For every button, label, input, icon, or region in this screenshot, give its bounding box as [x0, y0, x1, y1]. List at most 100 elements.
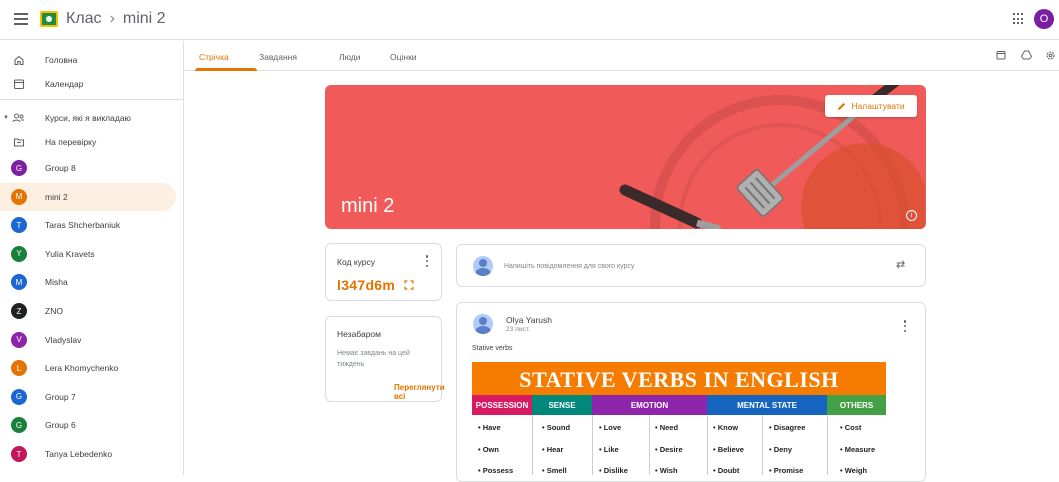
verb-cell: • Love — [599, 423, 622, 432]
verbs-header-cell: SENSE — [532, 395, 592, 415]
class-avatar: M — [11, 188, 27, 205]
class-name: mini 2 — [122, 10, 166, 27]
sidebar-class-label: Misha — [45, 277, 68, 288]
verbs-header-cell: POSSESSION — [472, 395, 532, 415]
class-avatar: T — [11, 446, 27, 462]
sidebar-class-item[interactable]: G Group 6 — [0, 411, 176, 439]
sidebar-class-item[interactable]: T Tanya Lebedenko — [0, 440, 176, 468]
post-date: 23 лист. — [506, 326, 530, 333]
repost-icon[interactable]: ⇄ — [896, 258, 905, 271]
teaching-icon — [11, 111, 26, 126]
sidebar-class-label: Lera Khomychenko — [45, 363, 119, 374]
verb-cell: • Cost — [840, 423, 862, 432]
verbs-header-cell: OTHERS — [827, 395, 886, 415]
verb-cell: • Have — [478, 423, 501, 432]
sidebar-class-label: ZNO — [45, 306, 63, 316]
menu-icon[interactable] — [14, 13, 28, 25]
sidebar-class-label: Group 6 — [45, 420, 76, 431]
sidebar-class-item[interactable]: Z ZNO — [0, 297, 176, 325]
classroom-logo[interactable] — [40, 11, 58, 27]
fullscreen-icon[interactable] — [404, 280, 414, 290]
calendar-icon[interactable] — [995, 49, 1007, 61]
class-avatar: V — [11, 331, 27, 348]
pencil-icon — [838, 102, 846, 110]
expand-caret-icon[interactable]: ▼ — [3, 115, 9, 121]
verb-cell: • Doubt — [713, 466, 740, 475]
banner-class-title: mini 2 — [341, 195, 395, 217]
tab-grades[interactable]: Оцінки — [390, 52, 417, 62]
class-avatar: G — [11, 388, 27, 405]
verb-cell: • Own — [478, 445, 499, 454]
sidebar-item-review[interactable]: На перевірку — [0, 128, 176, 156]
verb-cell: • Know — [713, 423, 739, 432]
verb-cell: • Dislike — [599, 466, 628, 475]
verbs-column-divider — [762, 415, 763, 475]
account-avatar[interactable]: O — [1034, 9, 1054, 29]
calendar-icon — [11, 77, 26, 92]
review-folder-icon — [11, 135, 26, 150]
breadcrumb-separator: › — [109, 10, 115, 27]
verb-cell: • Desire — [655, 445, 683, 454]
sidebar-class-item[interactable]: L Lera Khomychenko — [0, 354, 176, 382]
more-options-icon[interactable] — [424, 255, 430, 267]
verb-cell: • Hear — [542, 445, 564, 454]
sidebar-divider — [0, 99, 184, 100]
sidebar-item-label: Календар — [45, 79, 84, 89]
sidebar-class-item[interactable]: Y Yulia Kravets — [0, 240, 176, 268]
verb-cell: • Deny — [769, 445, 793, 454]
author-avatar — [473, 314, 493, 334]
verb-cell: • Need — [655, 423, 679, 432]
verbs-header-cell: EMOTION — [592, 395, 707, 415]
sidebar-class-item[interactable]: G Group 7 — [0, 383, 176, 411]
announce-input[interactable]: Напишіть повідомлення для свого курсу — [504, 263, 634, 270]
sidebar-class-label: Yulia Kravets — [45, 248, 95, 259]
tab-bar: Стрічка Завдання Люди Оцінки — [184, 41, 1059, 71]
class-code-value: l347d6m — [337, 277, 414, 293]
post-author: Olya Yarush — [506, 315, 552, 325]
class-avatar: Y — [11, 245, 27, 262]
sidebar-item-label: Курси, які я викладаю — [45, 113, 131, 123]
verb-cell: • Sound — [542, 423, 571, 432]
stative-verbs-image[interactable]: STATIVE VERBS IN ENGLISH POSSESSION SENSE… — [472, 362, 886, 475]
class-avatar: G — [11, 160, 27, 176]
sidebar-class-item[interactable]: G Group 8 — [0, 154, 176, 182]
verb-cell: • Possess — [478, 466, 514, 475]
tab-classwork[interactable]: Завдання — [259, 52, 297, 62]
sidebar-class-item[interactable]: V Vladyslav — [0, 326, 176, 354]
active-tab-indicator — [195, 68, 257, 71]
view-all-link[interactable]: Переглянути всі — [394, 383, 445, 401]
app-title[interactable]: Клас — [66, 10, 102, 28]
sidebar-item-label: Головна — [45, 55, 78, 65]
verbs-column-divider — [649, 415, 650, 475]
apps-grid-icon[interactable] — [1013, 13, 1025, 25]
sidebar-class-label: Group 7 — [45, 391, 76, 402]
user-avatar — [473, 256, 493, 276]
sidebar-class-item[interactable]: Mmini 2 — [0, 182, 176, 211]
customize-button[interactable]: Налаштувати — [825, 95, 917, 117]
verbs-column-divider — [592, 415, 593, 475]
verb-cell: • Weigh — [840, 466, 868, 475]
class-avatar: Z — [11, 303, 27, 319]
class-avatar: G — [11, 417, 27, 434]
upcoming-card: Незабаром Немає завдань на цей тиждень П… — [325, 316, 445, 402]
sidebar: Головна Календар ▼ Курси, які я викладаю… — [0, 41, 184, 475]
sidebar-class-item[interactable]: M Misha — [0, 268, 176, 296]
drive-icon[interactable] — [1020, 49, 1032, 61]
settings-gear-icon[interactable] — [1044, 49, 1056, 61]
info-icon[interactable]: i — [906, 210, 917, 221]
verb-cell: • Like — [599, 445, 619, 454]
post-more-options-icon[interactable] — [902, 320, 908, 332]
verb-cell: • Smell — [542, 466, 567, 475]
class-banner: mini 2 Налаштувати i — [325, 85, 926, 229]
class-code-title: Код курсу — [337, 257, 376, 267]
announce-box[interactable]: Напишіть повідомлення для свого курсу ⇄ — [456, 244, 926, 287]
sidebar-item-calendar[interactable]: Календар — [0, 70, 176, 98]
verb-cell: • Promise — [769, 466, 804, 475]
tab-stream[interactable]: Стрічка — [199, 52, 229, 62]
sidebar-class-label: Group 8 — [45, 163, 76, 173]
tab-people[interactable]: Люди — [339, 52, 360, 62]
class-avatar: L — [11, 360, 27, 377]
upcoming-empty-text: Немає завдань на цей тиждень — [337, 350, 410, 368]
sidebar-class-label: Taras Shcherbaniuk — [45, 220, 121, 231]
sidebar-class-item[interactable]: T Taras Shcherbaniuk — [0, 211, 176, 239]
